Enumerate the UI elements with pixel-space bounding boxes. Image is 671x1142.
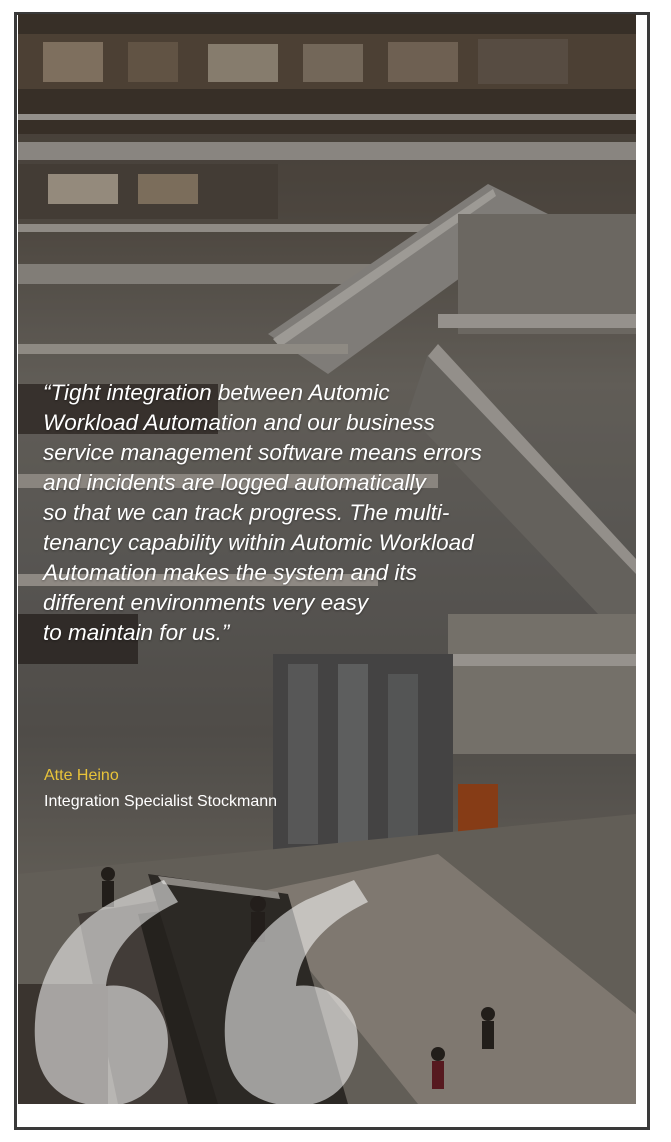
quote-line: Automation makes the system and its	[43, 560, 417, 585]
quote-line: to maintain for us.”	[43, 620, 230, 645]
quote-line: different environments very easy	[43, 590, 369, 615]
author-role: Integration Specialist Stockmann	[44, 793, 278, 810]
testimonial-quote: “Tight integration between Automic Workl…	[43, 378, 618, 648]
quote-line: so that we can track progress. The multi…	[43, 500, 450, 525]
quote-line: tenancy capability within Automic Worklo…	[43, 530, 474, 555]
quote-line: and incidents are logged automatically	[43, 470, 426, 495]
quote-line: Workload Automation and our business	[43, 410, 435, 435]
quotation-mark-icon	[34, 880, 368, 1106]
author-name: Atte Heino	[44, 767, 119, 784]
quote-line: “Tight integration between Automic	[43, 380, 390, 405]
quote-line: service management software means errors	[43, 440, 482, 465]
